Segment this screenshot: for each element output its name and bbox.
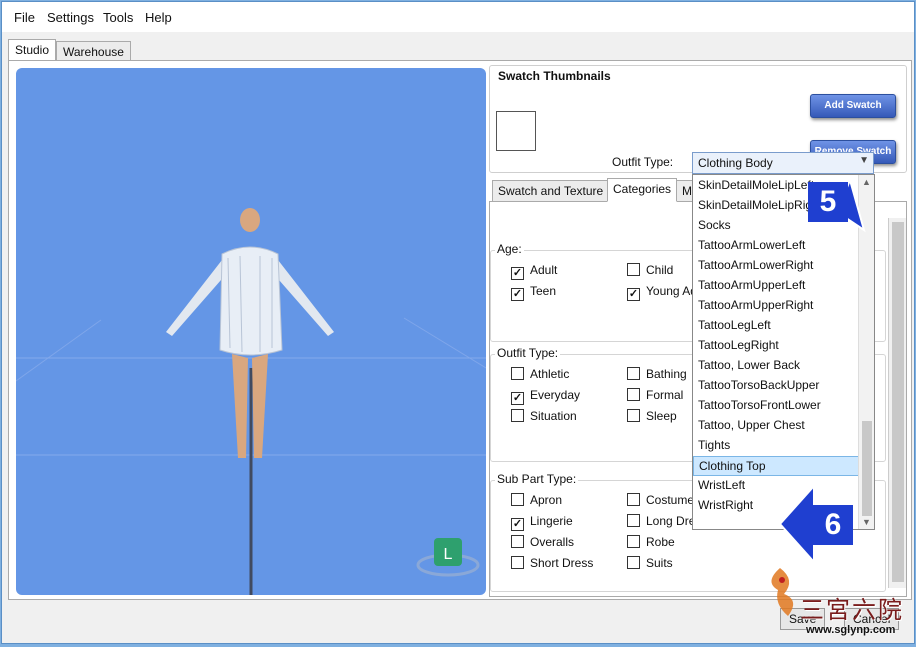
watermark-text: 三宮六院 [800,596,904,624]
watermark-url: www.sglynp.com [806,624,896,636]
annotation-arrows [778,176,866,565]
annotation-marker-5: 5 [808,182,848,222]
watermark: 三宮六院 www.sglynp.com [760,560,916,645]
app-window: File Settings Tools Help Studio Warehous… [1,1,915,644]
annotation-marker-6: 6 [813,505,853,545]
